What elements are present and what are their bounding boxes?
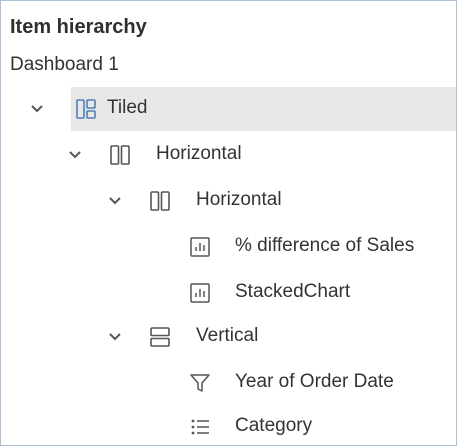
tree-item-label: Vertical xyxy=(196,325,259,346)
filter-icon xyxy=(190,374,210,392)
tree-item-label: Category xyxy=(235,415,313,436)
tree-item-stackedchart[interactable]: StackedChart xyxy=(1,271,456,315)
chevron-down-icon[interactable] xyxy=(105,191,125,211)
tree-item-year-of-order-date[interactable]: Year of Order Date xyxy=(1,361,456,405)
item-hierarchy-panel: Item hierarchy Dashboard 1 Tiled Horizon… xyxy=(0,0,457,446)
tree-item-label: Horizontal xyxy=(156,143,242,164)
tree-item-label: Horizontal xyxy=(196,189,282,210)
tree-item-label: Tiled xyxy=(107,97,148,118)
legend-list-icon xyxy=(191,419,209,435)
tree-item-label: Year of Order Date xyxy=(235,371,394,392)
horizontal-container-icon xyxy=(150,191,170,211)
chevron-down-icon[interactable] xyxy=(105,327,125,347)
tree-item-category[interactable]: Category xyxy=(1,405,456,445)
chevron-down-icon[interactable] xyxy=(65,145,85,165)
bar-chart-sheet-icon xyxy=(190,283,210,303)
tree-item-label: % difference of Sales xyxy=(235,235,415,256)
dashboard-name: Dashboard 1 xyxy=(10,54,119,75)
tree-item-label: StackedChart xyxy=(235,281,351,302)
vertical-container-icon xyxy=(150,327,170,347)
horizontal-container-icon xyxy=(110,145,130,165)
tiled-layout-icon xyxy=(76,99,96,119)
panel-title: Item hierarchy xyxy=(10,16,147,38)
chevron-down-icon[interactable] xyxy=(27,99,47,119)
tree-item-horizontal-nested[interactable]: Horizontal xyxy=(1,179,456,223)
tree-item-horizontal[interactable]: Horizontal xyxy=(1,133,456,177)
tree-item-vertical[interactable]: Vertical xyxy=(1,315,456,359)
tree-item-tiled[interactable]: Tiled xyxy=(1,87,456,131)
bar-chart-sheet-icon xyxy=(190,237,210,257)
tree-item-difference-of-sales[interactable]: % difference of Sales xyxy=(1,225,456,269)
